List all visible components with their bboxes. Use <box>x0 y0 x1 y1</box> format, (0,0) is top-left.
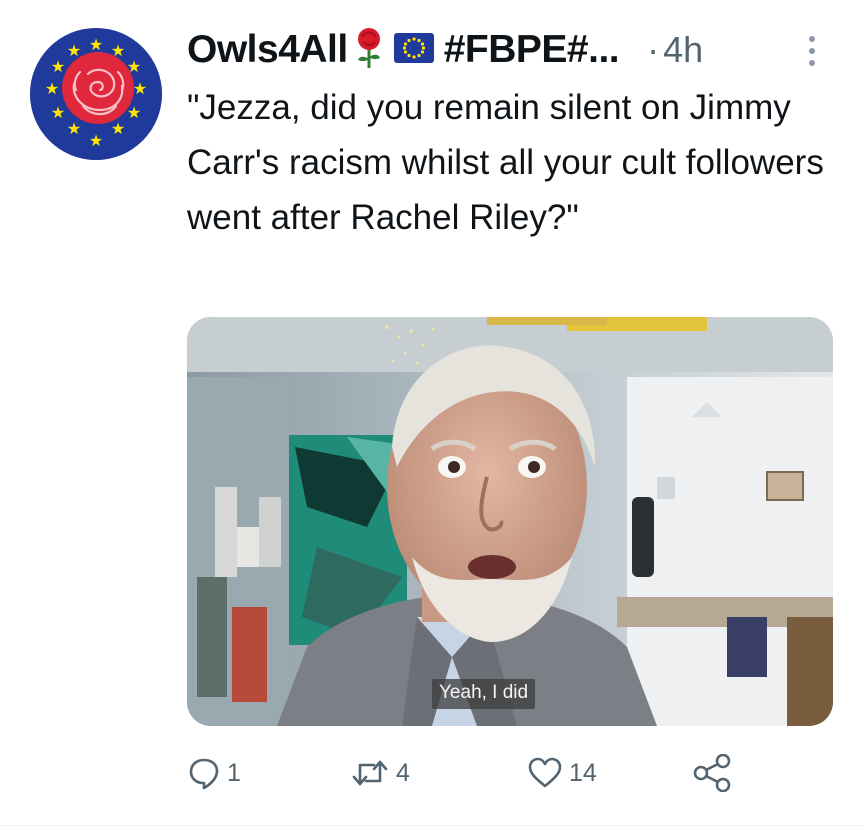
more-vertical-icon[interactable] <box>805 34 819 68</box>
avatar[interactable]: ★ ★ ★ ★ ★ ★ ★ ★ ★ ★ ★ ★ <box>30 28 162 160</box>
retweet-button[interactable]: 4 <box>350 748 410 798</box>
heart-icon <box>528 757 562 788</box>
tweet-header: Owls4All #FBPE#... · 4h <box>187 22 827 78</box>
svg-text:★: ★ <box>51 57 65 76</box>
svg-text:★: ★ <box>89 131 103 150</box>
like-count: 14 <box>569 758 597 787</box>
separator-dot: · <box>647 29 660 70</box>
share-button[interactable] <box>692 748 732 798</box>
rose-emoji-icon <box>354 27 384 74</box>
retweet-icon <box>352 760 388 786</box>
eu-flag-emoji-icon <box>393 32 434 68</box>
svg-text:★: ★ <box>51 103 65 122</box>
display-name[interactable]: Owls4All <box>187 28 348 72</box>
video-subtitle: Yeah, I did <box>432 679 536 709</box>
svg-text:★: ★ <box>67 41 81 60</box>
share-icon <box>693 754 731 792</box>
tweet-actions: 1 4 14 <box>187 748 747 798</box>
divider <box>0 825 863 826</box>
hashtag[interactable]: #FBPE#... <box>444 28 620 72</box>
eu-flag-rose-avatar-icon: ★ ★ ★ ★ ★ ★ ★ ★ ★ ★ ★ ★ <box>30 28 162 160</box>
svg-text:★: ★ <box>45 79 59 98</box>
svg-text:★: ★ <box>89 35 103 54</box>
timestamp[interactable]: 4h <box>663 29 703 71</box>
retweet-count: 4 <box>396 758 410 787</box>
svg-text:★: ★ <box>133 79 147 98</box>
svg-text:★: ★ <box>67 119 81 138</box>
video-thumbnail <box>187 317 833 726</box>
svg-text:★: ★ <box>111 119 125 138</box>
tweet-text: "Jezza, did you remain silent on Jimmy C… <box>187 88 824 237</box>
reply-button[interactable]: 1 <box>187 748 241 798</box>
like-button[interactable]: 14 <box>527 748 597 798</box>
reply-icon <box>189 758 219 790</box>
reply-count: 1 <box>227 758 241 787</box>
tweet-media[interactable]: Yeah, I did <box>187 317 833 726</box>
